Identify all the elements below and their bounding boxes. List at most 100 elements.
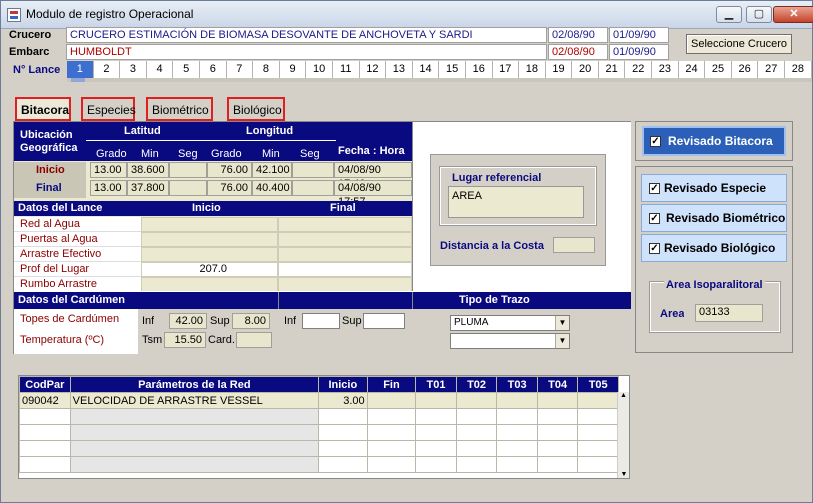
- minimize-button[interactable]: ▁: [716, 6, 742, 23]
- table-row[interactable]: 090042 VELOCIDAD DE ARRASTRE VESSEL 3.00: [19, 392, 619, 409]
- table-cell[interactable]: [496, 424, 538, 441]
- lance-row-final[interactable]: [278, 217, 412, 232]
- table-cell[interactable]: [366, 392, 417, 409]
- table-cell[interactable]: [496, 392, 538, 409]
- lance-20[interactable]: 20: [572, 61, 599, 78]
- lance-23[interactable]: 23: [652, 61, 679, 78]
- chevron-down-icon[interactable]: ▼: [555, 334, 569, 348]
- column-header[interactable]: T05: [577, 376, 619, 393]
- table-cell[interactable]: [415, 440, 457, 457]
- lance-22[interactable]: 22: [625, 61, 653, 78]
- lance-2[interactable]: 2: [93, 61, 121, 78]
- table-cell[interactable]: [496, 456, 538, 473]
- revisado-biometrico-checkbox[interactable]: ✓: [649, 213, 660, 224]
- scroll-thumb[interactable]: [71, 78, 85, 82]
- table-cell[interactable]: [69, 456, 319, 473]
- lance-21[interactable]: 21: [598, 61, 626, 78]
- table-cell[interactable]: [19, 440, 71, 457]
- lance-9[interactable]: 9: [279, 61, 307, 78]
- column-header[interactable]: T01: [415, 376, 457, 393]
- table-cell[interactable]: [536, 456, 579, 473]
- lance-18[interactable]: 18: [519, 61, 546, 78]
- lance-row-final[interactable]: [278, 247, 412, 262]
- crucero-field[interactable]: CRUCERO ESTIMACIÓN DE BIOMASA DESOVANTE …: [66, 27, 547, 43]
- lance-17[interactable]: 17: [492, 61, 520, 78]
- lance-row-inicio[interactable]: [141, 232, 278, 247]
- maximize-button[interactable]: ▢: [746, 6, 772, 23]
- lance-row-final[interactable]: [278, 277, 412, 292]
- distancia-value[interactable]: [553, 237, 595, 253]
- table-cell[interactable]: [577, 392, 619, 409]
- table-cell[interactable]: [69, 408, 319, 425]
- lance-scrollbar[interactable]: [67, 78, 812, 82]
- embarc-field[interactable]: HUMBOLDT: [66, 44, 547, 60]
- final-lon-grado[interactable]: 76.00: [207, 180, 252, 196]
- lance-10[interactable]: 10: [306, 61, 333, 78]
- table-cell[interactable]: [455, 392, 498, 409]
- table-cell[interactable]: [455, 456, 498, 473]
- table-row[interactable]: [19, 440, 619, 457]
- table-cell[interactable]: [577, 408, 619, 425]
- lance-1[interactable]: 1: [67, 61, 94, 78]
- lance-row-inicio[interactable]: 207.0: [141, 262, 278, 277]
- select-crucero-button[interactable]: Seleccione Crucero: [686, 34, 792, 54]
- revisado-biometrico-button[interactable]: Revisado Biométrico: [641, 204, 787, 232]
- tsm-value[interactable]: 15.50: [164, 332, 206, 348]
- tab-biometrico[interactable]: Biométrico: [146, 97, 213, 121]
- table-cell[interactable]: [577, 424, 619, 441]
- lance-15[interactable]: 15: [439, 61, 466, 78]
- column-header[interactable]: T02: [455, 376, 498, 393]
- table-cell[interactable]: [536, 408, 579, 425]
- column-header[interactable]: CodPar: [19, 376, 71, 393]
- revisado-especie-button[interactable]: Revisado Especie: [641, 174, 787, 202]
- table-cell[interactable]: [536, 440, 579, 457]
- lance-6[interactable]: 6: [199, 61, 227, 78]
- table-cell[interactable]: [496, 440, 538, 457]
- lance-27[interactable]: 27: [758, 61, 786, 78]
- table-cell[interactable]: [19, 456, 71, 473]
- chevron-down-icon[interactable]: ▼: [555, 316, 569, 330]
- column-header[interactable]: Inicio: [317, 376, 368, 393]
- final-fecha[interactable]: 04/08/90 17:57: [334, 180, 412, 208]
- table-cell[interactable]: [317, 408, 368, 425]
- final-lat-seg[interactable]: [169, 180, 207, 196]
- inicio-lon-min[interactable]: 42.100: [252, 162, 292, 178]
- lance-3[interactable]: 3: [120, 61, 147, 78]
- tab-especies[interactable]: Especies: [81, 97, 136, 121]
- final-lon-seg[interactable]: [292, 180, 334, 196]
- column-header[interactable]: T04: [536, 376, 579, 393]
- lance-16[interactable]: 16: [465, 61, 493, 78]
- inicio-lat-min[interactable]: 38.600: [127, 162, 169, 178]
- table-cell[interactable]: 090042: [19, 392, 71, 409]
- lance-row-inicio[interactable]: [141, 217, 278, 232]
- column-header[interactable]: Fin: [366, 376, 417, 393]
- scroll-up-icon[interactable]: ▲: [618, 392, 629, 399]
- table-row[interactable]: [19, 408, 619, 425]
- lance-24[interactable]: 24: [678, 61, 706, 78]
- table-cell[interactable]: [577, 456, 619, 473]
- inicio-fecha[interactable]: 04/08/90 17:40: [334, 162, 412, 190]
- revisado-biologico-button[interactable]: Revisado Biológico: [641, 234, 787, 262]
- lance-4[interactable]: 4: [146, 61, 174, 78]
- table-cell[interactable]: [415, 456, 457, 473]
- table-cell[interactable]: [496, 408, 538, 425]
- table-cell[interactable]: VELOCIDAD DE ARRASTRE VESSEL: [69, 392, 319, 409]
- lugar-value[interactable]: AREA: [448, 186, 584, 218]
- inicio-lat-grado[interactable]: 13.00: [90, 162, 127, 178]
- lance-5[interactable]: 5: [173, 61, 200, 78]
- table-cell[interactable]: [415, 392, 457, 409]
- grid-scrollbar[interactable]: ▲ ▼: [617, 392, 629, 478]
- area-iso-value[interactable]: 03133: [695, 304, 763, 322]
- lance-26[interactable]: 26: [731, 61, 759, 78]
- table-cell[interactable]: [455, 440, 498, 457]
- inicio-lat-seg[interactable]: [169, 162, 207, 178]
- inicio-lon-grado[interactable]: 76.00: [207, 162, 252, 178]
- close-button[interactable]: ✕: [773, 6, 813, 23]
- table-cell[interactable]: 3.00: [317, 392, 368, 409]
- inf2-value[interactable]: [302, 313, 340, 329]
- table-cell[interactable]: [366, 408, 417, 425]
- table-cell[interactable]: [19, 408, 71, 425]
- table-cell[interactable]: [317, 456, 368, 473]
- lance-7[interactable]: 7: [226, 61, 254, 78]
- tipo-trazo-select-1[interactable]: PLUMA ▼: [450, 315, 570, 331]
